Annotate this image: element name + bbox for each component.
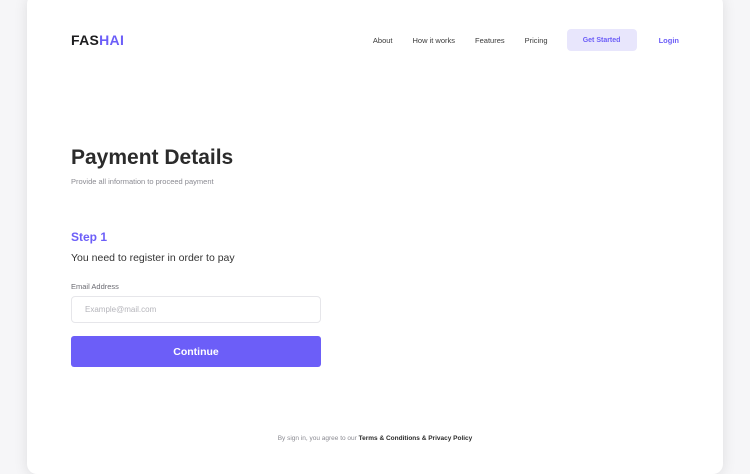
brand-logo-part1: FAS xyxy=(71,32,100,48)
nav-link-features[interactable]: Features xyxy=(475,36,505,45)
email-label: Email Address xyxy=(71,282,119,291)
top-nav: About How it works Features Pricing Get … xyxy=(373,29,679,51)
footer-terms: By sign in, you agree to our Terms & Con… xyxy=(27,435,723,442)
email-field[interactable] xyxy=(71,296,321,323)
nav-link-how-it-works[interactable]: How it works xyxy=(413,36,456,45)
page-title: Payment Details xyxy=(71,146,234,169)
footer-prefix: By sign in, you agree to our xyxy=(277,435,359,442)
main-card: FASHAI About How it works Features Prici… xyxy=(27,0,723,474)
nav-link-pricing[interactable]: Pricing xyxy=(525,36,548,45)
brand-logo[interactable]: FASHAI xyxy=(71,32,124,48)
login-link[interactable]: Login xyxy=(659,36,679,45)
continue-button[interactable]: Continue xyxy=(71,336,321,367)
step-description: You need to register in order to pay xyxy=(71,252,235,264)
page-subtitle: Provide all information to proceed payme… xyxy=(71,177,214,186)
get-started-button[interactable]: Get Started xyxy=(566,29,637,51)
brand-logo-part2: HAI xyxy=(99,32,125,48)
step-label: Step 1 xyxy=(71,230,108,244)
terms-link[interactable]: Terms & Conditions & Privacy Policy xyxy=(359,435,473,442)
nav-link-about[interactable]: About xyxy=(373,36,393,45)
